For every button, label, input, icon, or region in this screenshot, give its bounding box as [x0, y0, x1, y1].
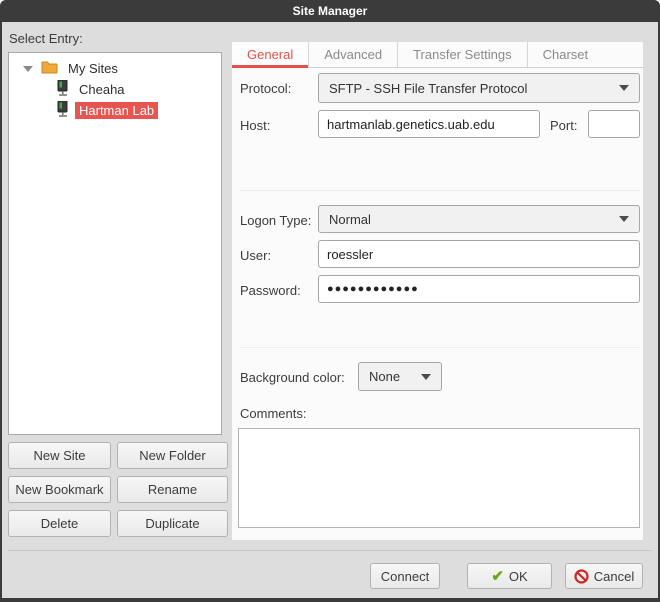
user-input[interactable] — [318, 240, 640, 268]
duplicate-button[interactable]: Duplicate — [117, 510, 228, 537]
tree-row-cheaha[interactable]: Cheaha — [9, 79, 221, 100]
protocol-label: Protocol: — [240, 81, 291, 96]
protocol-dropdown[interactable]: SFTP - SSH File Transfer Protocol — [318, 73, 640, 103]
logon-type-value: Normal — [329, 212, 371, 227]
footer-separator — [8, 550, 652, 551]
tree-row-hartman-lab[interactable]: Hartman Lab — [9, 100, 221, 121]
password-label: Password: — [240, 283, 301, 298]
comments-label: Comments: — [240, 406, 306, 421]
new-site-button[interactable]: New Site — [8, 442, 111, 469]
expander-down-icon[interactable] — [23, 66, 33, 72]
port-input[interactable] — [588, 110, 640, 138]
tab-general[interactable]: General — [232, 42, 309, 67]
ok-button[interactable]: ✔ OK — [467, 563, 552, 589]
server-icon — [56, 101, 69, 121]
host-input[interactable] — [318, 110, 540, 138]
background-color-dropdown[interactable]: None — [358, 362, 442, 391]
comments-textarea[interactable] — [238, 428, 640, 528]
ok-button-label: OK — [509, 569, 528, 584]
new-folder-button[interactable]: New Folder — [117, 442, 228, 469]
titlebar[interactable]: Site Manager — [0, 0, 660, 22]
check-icon: ✔ — [491, 567, 504, 585]
password-input[interactable] — [318, 275, 640, 303]
tree-item-cheaha[interactable]: Cheaha — [75, 81, 129, 98]
site-manager-dialog: Site Manager Select Entry: My Sites C — [0, 0, 660, 602]
folder-icon — [41, 60, 58, 77]
tabbar: General Advanced Transfer Settings Chars… — [232, 42, 643, 68]
tab-advanced[interactable]: Advanced — [309, 42, 398, 67]
separator — [240, 190, 640, 191]
chevron-down-icon — [619, 216, 629, 222]
logon-type-label: Logon Type: — [240, 213, 311, 228]
prohibition-icon — [574, 569, 589, 584]
separator — [240, 347, 640, 348]
tab-transfer-settings[interactable]: Transfer Settings — [398, 42, 528, 67]
server-icon — [56, 80, 69, 100]
tree-item-my-sites[interactable]: My Sites — [64, 60, 122, 77]
cancel-button[interactable]: Cancel — [565, 563, 643, 589]
tab-charset[interactable]: Charset — [528, 42, 604, 67]
new-bookmark-button[interactable]: New Bookmark — [8, 476, 111, 503]
delete-button[interactable]: Delete — [8, 510, 111, 537]
window-title: Site Manager — [293, 4, 368, 18]
logon-type-dropdown[interactable]: Normal — [318, 205, 640, 233]
port-label: Port: — [550, 118, 577, 133]
protocol-value: SFTP - SSH File Transfer Protocol — [329, 81, 527, 96]
cancel-button-label: Cancel — [594, 569, 634, 584]
background-color-value: None — [369, 369, 400, 384]
select-entry-label: Select Entry: — [9, 31, 83, 46]
connect-button[interactable]: Connect — [370, 563, 440, 589]
tree-item-hartman-lab[interactable]: Hartman Lab — [75, 102, 158, 119]
tab-panel: General Advanced Transfer Settings Chars… — [232, 42, 643, 540]
host-label: Host: — [240, 118, 270, 133]
background-color-label: Background color: — [240, 370, 345, 385]
chevron-down-icon — [619, 85, 629, 91]
tree-row-my-sites[interactable]: My Sites — [9, 58, 221, 79]
rename-button[interactable]: Rename — [117, 476, 228, 503]
site-tree[interactable]: My Sites Cheaha — [8, 52, 222, 435]
user-label: User: — [240, 248, 271, 263]
chevron-down-icon — [421, 374, 431, 380]
